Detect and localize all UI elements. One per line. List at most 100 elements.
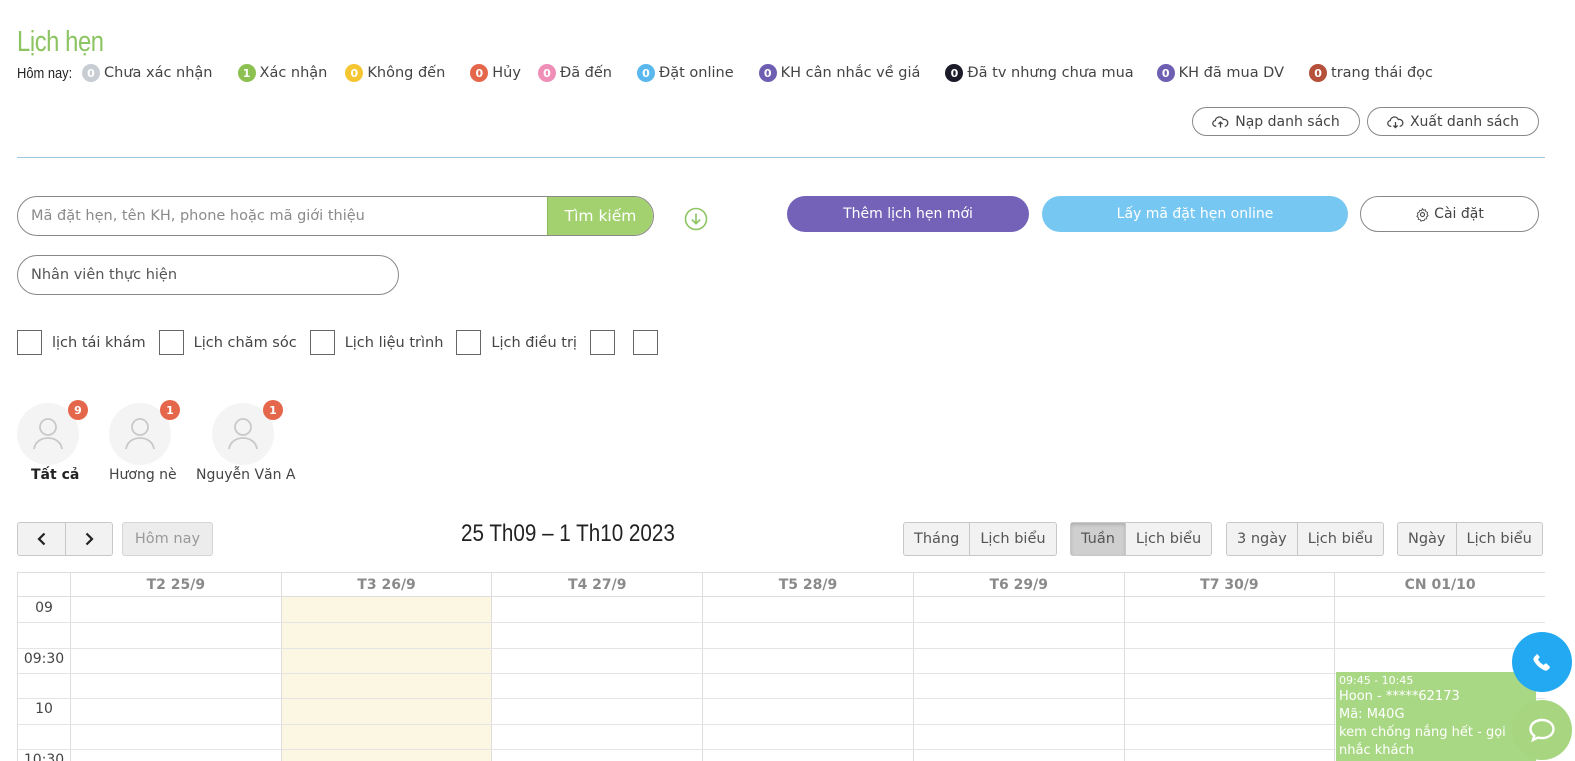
status-label: Chưa xác nhận [104,65,213,81]
schedule-view-button[interactable]: Lịch biểu [1455,523,1542,555]
filter-checkbox[interactable] [17,330,42,355]
filter-checkbox[interactable] [589,330,615,355]
time-gutter-header [18,573,71,597]
time-slot-line [18,622,1545,624]
download-circle-icon[interactable] [684,207,708,231]
status-legend-item: 0 trang thái đọc [1309,64,1433,82]
staff-count-badge: 1 [160,400,180,420]
export-list-button[interactable]: Xuất danh sách [1367,107,1539,136]
status-summary: Hôm nay: 0 Chưa xác nhận 1 Xác nhận 0 Không đ… [17,63,1433,83]
time-label: 09:30 [23,650,65,667]
status-legend-item: 0 Hủy [470,64,521,82]
calendar-nav [17,522,113,556]
day-header: T5 28/9 [703,573,914,597]
user-icon [125,418,155,450]
staff-count-badge: 1 [263,400,283,420]
filter-label: Lịch chăm sóc [193,334,297,351]
week-calendar: T2 25/9 T3 26/9 T4 27/9 T5 28/9 T6 29/9 T7 30… [17,572,1545,761]
status-label: Hủy [492,65,521,81]
status-count-badge: 0 [470,64,489,82]
time-slot-line [18,672,1545,674]
import-list-label: Nạp danh sách [1235,113,1340,130]
chevron-left-icon [36,532,45,546]
settings-label: Cài đặt [1434,206,1484,222]
view-button[interactable]: Tháng [904,523,969,555]
day-header: T4 27/9 [492,573,704,597]
status-label: Đã tv nhưng chưa mua [967,65,1134,81]
export-list-label: Xuất danh sách [1409,113,1520,130]
time-label: 09 [35,600,53,616]
status-legend-item: 0 Không đến [345,64,445,82]
staff-filter-input[interactable] [17,255,399,295]
day-header: T7 30/9 [1124,573,1336,597]
day-header: T6 29/9 [913,573,1125,597]
cloud-download-icon [1387,115,1404,128]
prev-week-button[interactable] [18,523,65,555]
status-count-badge: 1 [237,64,256,82]
appointment-type-filters: lịch tái khám Lịch chăm sóc Lịch liệu trìn… [17,330,676,355]
header-divider [17,157,1545,158]
day-header: CN 01/10 [1335,573,1545,597]
status-legend-item: 0 Chưa xác nhận [82,64,213,82]
today-button[interactable]: Hôm nay [122,522,213,556]
time-slot-line [18,748,1545,750]
status-label: Xác nhận [259,65,328,81]
schedule-view-button[interactable]: Lịch biểu [1124,523,1211,555]
staff-name[interactable]: Hương nè [109,467,177,483]
view-button[interactable]: Ngày [1398,523,1456,555]
chevron-right-icon [85,532,94,546]
staff-count-badge: 9 [68,400,88,420]
user-icon [228,418,258,450]
event-code: Mã: M40G [1339,707,1405,722]
status-label: Đã đến [559,65,612,81]
time-label: 10:30 [23,751,65,761]
page-title: Lịch hẹn [17,26,104,58]
status-legend-item: 0 KH cân nhắc về giá [758,64,921,82]
call-button[interactable] [1512,632,1572,692]
status-count-badge: 0 [637,64,655,82]
status-count-badge: 0 [1156,64,1175,82]
time-slot-line [18,723,1545,725]
staff-name[interactable]: Nguyễn Văn A [196,467,296,483]
view-switch-group: Ngày Lịch biểu [1397,522,1543,556]
view-button[interactable]: Tuần [1071,523,1125,555]
status-legend-item: 0 KH đã mua DV [1156,64,1284,82]
status-legend-item: 0 Đã tv nhưng chưa mua [945,64,1134,82]
filter-checkbox[interactable] [309,330,335,355]
search-input[interactable] [18,197,547,235]
add-appointment-button[interactable]: Thêm lịch hẹn mới [787,196,1029,232]
schedule-view-button[interactable]: Lịch biểu [969,523,1055,555]
get-online-code-button[interactable]: Lấy mã đặt hẹn online [1042,196,1348,232]
status-count-badge: 0 [537,64,556,82]
filter-checkbox[interactable] [456,330,482,355]
event-customer: Hoon - *****62173 [1339,689,1460,704]
staff-avatar[interactable]: 1 [109,400,180,465]
status-label: KH cân nhắc về giá [780,65,921,81]
staff-avatar[interactable]: 1 [212,400,283,465]
status-label: trang thái đọc [1331,65,1433,81]
staff-name[interactable]: Tất cả [31,467,79,483]
status-count-badge: 0 [945,64,964,82]
phone-icon [1533,653,1550,671]
filter-label: lịch tái khám [52,334,146,351]
chat-button[interactable] [1512,700,1572,760]
view-switch-group: Tuần Lịch biểu [1070,522,1213,556]
appointment-event[interactable]: 09:45 - 10:45 Hoon - *****62173 Mã: M40G… [1336,672,1536,761]
status-count-badge: 0 [345,64,364,82]
search-button[interactable]: Tìm kiếm [547,197,653,235]
filter-label: Lịch liệu trình [344,334,444,351]
filter-checkbox[interactable] [632,330,658,355]
staff-avatar[interactable]: 9 [17,400,88,465]
chat-bubble-icon [1529,718,1555,743]
settings-button[interactable]: Cài đặt [1360,196,1539,232]
view-switch-group: 3 ngày Lịch biểu [1226,522,1384,556]
view-button[interactable]: 3 ngày [1227,523,1297,555]
view-switch-group: Tháng Lịch biểu [903,522,1057,556]
status-label: Không đến [367,65,446,81]
time-slot-line [18,647,1545,649]
import-list-button[interactable]: Nạp danh sách [1192,107,1360,136]
filter-checkbox[interactable] [158,330,184,355]
schedule-view-button[interactable]: Lịch biểu [1296,523,1383,555]
next-week-button[interactable] [65,523,112,555]
status-count-badge: 0 [758,64,777,82]
